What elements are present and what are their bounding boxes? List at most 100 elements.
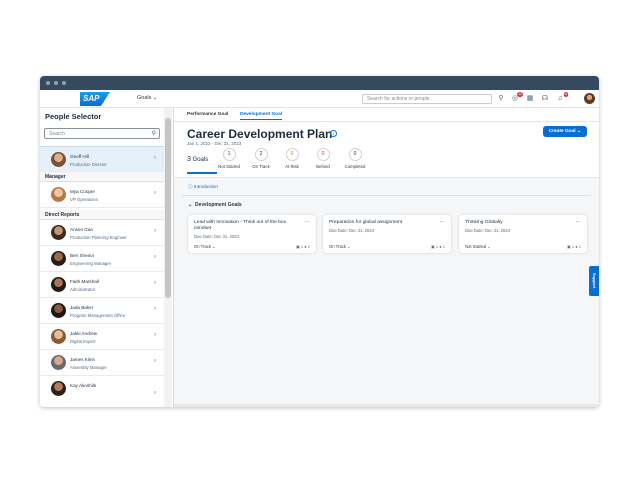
more-icon[interactable]: ··· [305, 219, 310, 225]
chevron-right-icon: › [154, 254, 156, 260]
goal-card[interactable]: Thinking Globally ··· Due Date: Dec 31, … [459, 215, 587, 253]
search-icon[interactable]: ⚲ [152, 129, 156, 139]
list-item[interactable]: Ben Shenoi Engineering Manager › [40, 246, 164, 272]
goal-count-label: Goals [192, 157, 209, 163]
chevron-down-icon: ⌄ [576, 129, 581, 134]
window-close-dot[interactable] [46, 81, 50, 85]
stat-value: 0 [348, 148, 362, 161]
chevron-down-icon: ⌄ [152, 95, 158, 101]
avatar [51, 187, 66, 202]
stat-behind[interactable]: 0 Behind [308, 148, 338, 169]
person-selected[interactable]: Geoff Hill Production Director › [40, 146, 164, 172]
people-list-scrollbar[interactable] [164, 108, 172, 407]
window-titlebar [40, 76, 599, 90]
direct-reports-section-header: Direct Reports [40, 210, 164, 220]
avatar [51, 251, 66, 266]
goal-title: Thinking Globally [465, 220, 503, 225]
person-role: Engineering Manager [70, 261, 112, 266]
attachment-icon: ▣ [566, 244, 571, 249]
comment-count: 2 [307, 244, 310, 249]
sap-logo[interactable]: SAP [80, 92, 110, 106]
notifications-badge: 12 [517, 92, 523, 97]
tab-development-goal[interactable]: Development Goal [240, 112, 283, 120]
stat-at-risk[interactable]: 0 At Risk [277, 148, 307, 169]
person-role: Administrator [70, 287, 96, 292]
comment-icon: ● [439, 244, 442, 249]
stat-label: At Risk [285, 164, 299, 169]
list-item[interactable]: Faith Marshall Administrator › [40, 272, 164, 298]
chevron-right-icon: › [154, 306, 156, 312]
goal-count[interactable]: 3 Goals [187, 156, 208, 163]
stat-value: 1 [222, 148, 236, 161]
stat-value: 2 [254, 148, 268, 161]
list-item[interactable]: Kay Akoshile › [40, 376, 164, 402]
person-name: Jakki Andrew [70, 331, 98, 336]
grid-icon[interactable]: ▦ [525, 94, 535, 104]
window-minimize-dot[interactable] [54, 81, 58, 85]
support-button[interactable]: Support [589, 266, 599, 296]
goal-title: Preparation for global assignment [329, 220, 403, 225]
horizontal-scrollbar[interactable] [174, 404, 599, 407]
list-item[interactable]: James Klein Assembly Manager › [40, 350, 164, 376]
more-icon[interactable]: ··· [440, 219, 445, 225]
notifications-icon[interactable]: ◎ 12 [510, 92, 523, 104]
person-name: Mya Cooper [70, 189, 96, 194]
development-goals-header[interactable]: ⌄ Development Goals [188, 202, 242, 208]
goal-status: Not Started [465, 244, 487, 249]
chevron-down-icon: ⌄ [347, 244, 351, 249]
introduction-link[interactable]: ⓘ Introduction [188, 184, 218, 190]
person-name: Faith Marshall [70, 279, 99, 284]
goals-menu-label: Goals [137, 95, 152, 101]
create-goal-button[interactable]: Create Goal ⌄ [542, 126, 587, 137]
plan-date-range: Jan 1, 2022 - Dec 31, 2023 [187, 141, 242, 146]
goals-menu[interactable]: Goals ⌄ [137, 95, 158, 101]
goal-meta: ▣ 1 ● 2 [296, 244, 310, 249]
more-icon[interactable]: ··· [576, 219, 581, 225]
list-item[interactable]: Jakki Andrew Digital Expert › [40, 324, 164, 350]
goal-card[interactable]: Preparation for global assignment ··· Du… [323, 215, 451, 253]
goal-status-select[interactable]: Not Started ⌄ [465, 244, 491, 249]
goal-status-select[interactable]: On Track ⌄ [329, 244, 351, 249]
goal-title: Lead with Innovation - Think out of the … [194, 220, 287, 231]
goal-meta: ▣ 1 ● 1 [567, 244, 581, 249]
user-avatar[interactable] [584, 93, 595, 104]
goal-due-date: Due Date: Dec 31, 2023 [194, 234, 239, 239]
info-icon[interactable]: i [330, 130, 337, 137]
stat-on-track[interactable]: 2 On Track [246, 148, 276, 169]
stat-completed[interactable]: 0 Completed [340, 148, 370, 169]
avatar [51, 381, 66, 396]
attachment-count: 1 [435, 244, 439, 249]
create-goal-label: Create Goal [548, 129, 576, 134]
person-manager[interactable]: Mya Cooper VP Operations › [40, 182, 164, 208]
person-name: Geoff Hill [70, 154, 89, 159]
search-icon[interactable]: ⚲ [496, 94, 506, 104]
person-role: Assembly Manager [70, 365, 107, 370]
chevron-down-icon: ⌄ [212, 244, 216, 249]
global-search-input[interactable]: Search for actions or people [362, 94, 492, 104]
people-selector-title: People Selector [45, 112, 102, 121]
info-icon: ⓘ [188, 184, 193, 189]
goal-card[interactable]: Lead with Innovation - Think out of the … [188, 215, 316, 253]
stat-not-started[interactable]: 1 Not Started [214, 148, 244, 169]
comment-icon: ● [575, 244, 578, 249]
goals-content: ⓘ Introduction ⌄ Development Goals Lead … [174, 178, 599, 407]
page-title: Career Development Plan [187, 127, 333, 141]
chevron-right-icon: › [154, 390, 156, 396]
list-item[interactable]: Jada Baker Program Management Office › [40, 298, 164, 324]
plan-header: Career Development Plan i Jan 1, 2022 - … [174, 122, 599, 178]
bell-badge: 6 [564, 92, 568, 97]
tab-performance-goal[interactable]: Performance Goal [187, 112, 228, 117]
headset-icon[interactable]: ☊ [540, 94, 550, 104]
goal-status: On Track [194, 244, 211, 249]
stat-label: On Track [252, 164, 270, 169]
scrollbar-thumb[interactable] [165, 118, 171, 298]
person-name: Kay Akoshile [70, 383, 97, 388]
bell-icon[interactable]: ♫ 6 [555, 92, 568, 104]
comment-icon: ● [304, 244, 307, 249]
stat-value: 0 [316, 148, 330, 161]
goal-status-select[interactable]: On Track ⌄ [194, 244, 216, 249]
stat-value: 0 [285, 148, 299, 161]
window-maximize-dot[interactable] [62, 81, 66, 85]
people-search-input[interactable]: Search ⚲ [44, 128, 160, 139]
list-item[interactable]: Anson Gao Production Planning Engineer › [40, 220, 164, 246]
